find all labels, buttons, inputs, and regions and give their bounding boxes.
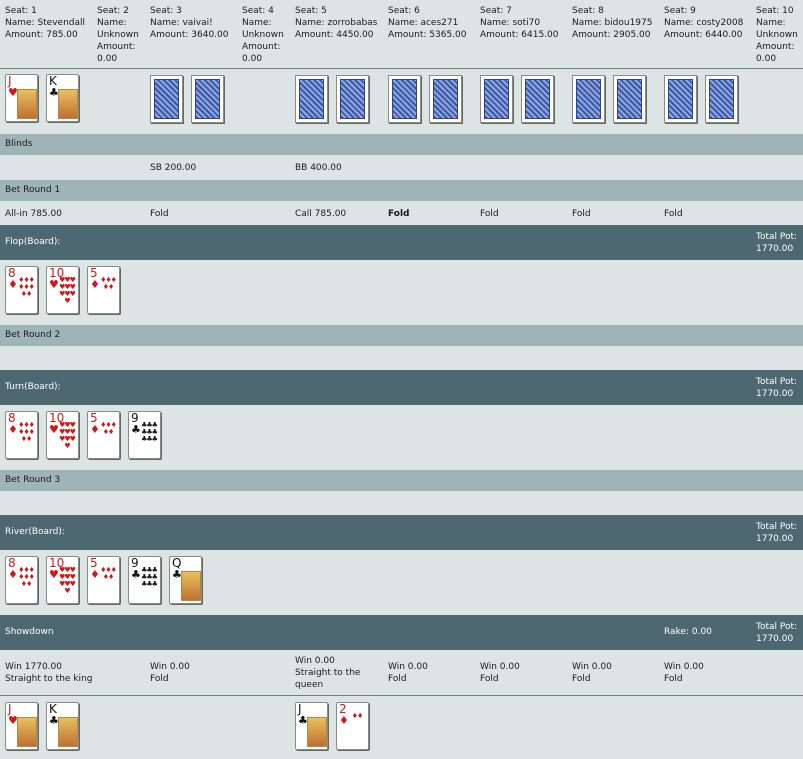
card-pips: ♣♣♣♣♣♣♣♣♣: [141, 421, 158, 443]
playing-card: 10 ♥ ♥♥♥♥♥♥♥♥♥♥: [46, 266, 79, 314]
face-card-art: [181, 571, 201, 601]
section-title: Turn(Board):: [5, 382, 61, 392]
action-seat-3: Fold: [150, 209, 169, 219]
card-pips: ♦♦♦♦♦♦♦♦: [18, 276, 35, 298]
playing-card: 10 ♥ ♥♥♥♥♥♥♥♥♥♥: [46, 411, 79, 459]
section-title: Flop(Board):: [5, 237, 61, 247]
result-seat-5: Win 0.00 Straight to the queen: [295, 656, 361, 690]
seat-9-info: Seat: 9 Name: costy2008 Amount: 6440.00: [664, 6, 744, 40]
card-back: [521, 75, 554, 123]
card-pips: ♥♥♥♥♥♥♥♥♥♥: [59, 566, 76, 595]
playing-card: J ♥: [5, 74, 38, 122]
seat-5-info: Seat: 5 Name: zorrobabas Amount: 4450.00: [295, 6, 378, 40]
section-title: Showdown: [5, 627, 54, 637]
card-back: [664, 75, 697, 123]
divider: [0, 68, 803, 69]
bet-round-1-band: Bet Round 1: [0, 180, 803, 201]
result-seat-9: Win 0.00 Fold: [664, 662, 704, 684]
seat-10-info: Seat: 10 Name: Unknown Amount: 0.00: [756, 6, 798, 64]
action-seat-5: Call 785.00: [295, 209, 347, 219]
big-blind: BB 400.00: [295, 163, 342, 173]
river-band: River(Board): Total Pot: 1770.00: [0, 515, 803, 550]
seat-3-info: Seat: 3 Name: vaivai! Amount: 3640.00: [150, 6, 229, 40]
action-seat-8: Fold: [572, 209, 591, 219]
seat-2-info: Seat: 2 Name: Unknown Amount: 0.00: [97, 6, 139, 64]
small-blind: SB 200.00: [150, 163, 197, 173]
card-back: [191, 75, 224, 123]
card-pips: ♣♣♣♣♣♣♣♣♣: [141, 566, 158, 588]
card-back: [572, 75, 605, 123]
section-title: Bet Round 2: [5, 330, 61, 340]
playing-card: J ♣: [295, 702, 328, 750]
card-pips: ♦♦♦♦♦♦♦♦: [18, 566, 35, 588]
playing-card: 9 ♣ ♣♣♣♣♣♣♣♣♣: [128, 411, 161, 459]
card-back: [295, 75, 328, 123]
action-seat-7: Fold: [480, 209, 499, 219]
bet-round-2-band: Bet Round 2: [0, 325, 803, 346]
bet-round-3-band: Bet Round 3: [0, 470, 803, 491]
blinds-band: Blinds: [0, 134, 803, 155]
card-back: [429, 75, 462, 123]
playing-card: 5 ♦ ♦♦♦♦♦: [87, 556, 120, 604]
result-seat-6: Win 0.00 Fold: [388, 662, 428, 684]
rake: Rake: 0.00: [664, 627, 712, 637]
section-title: River(Board):: [5, 527, 65, 537]
total-pot: Total Pot: 1770.00: [756, 522, 798, 544]
playing-card: 8 ♦ ♦♦♦♦♦♦♦♦: [5, 556, 38, 604]
playing-card: 5 ♦ ♦♦♦♦♦: [87, 266, 120, 314]
showdown-band: Showdown Rake: 0.00 Total Pot: 1770.00: [0, 615, 803, 650]
playing-card: 8 ♦ ♦♦♦♦♦♦♦♦: [5, 411, 38, 459]
face-card-art: [307, 717, 327, 747]
card-back: [336, 75, 369, 123]
total-pot: Total Pot: 1770.00: [756, 232, 798, 254]
seat-8-info: Seat: 8 Name: bidou1975 Amount: 2905.00: [572, 6, 653, 40]
section-title: Blinds: [5, 139, 33, 149]
playing-card: J ♥: [5, 702, 38, 750]
face-card-art: [17, 717, 37, 747]
face-card-art: [58, 717, 78, 747]
face-card-art: [58, 89, 78, 119]
playing-card: 5 ♦ ♦♦♦♦♦: [87, 411, 120, 459]
seat-7-info: Seat: 7 Name: soti70 Amount: 6415.00: [480, 6, 559, 40]
total-pot: Total Pot: 1770.00: [756, 377, 798, 399]
card-back: [613, 75, 646, 123]
card-pips: ♦♦: [351, 712, 364, 720]
card-pips: ♦♦♦♦♦: [100, 276, 117, 291]
playing-card: Q ♣: [169, 556, 202, 604]
result-seat-1: Win 1770.00 Straight to the king: [5, 662, 93, 684]
divider: [0, 695, 803, 696]
total-pot: Total Pot: 1770.00: [756, 622, 798, 644]
section-title: Bet Round 3: [5, 475, 61, 485]
seat-4-info: Seat: 4 Name: Unknown Amount: 0.00: [242, 6, 284, 64]
result-seat-3: Win 0.00 Fold: [150, 662, 190, 684]
playing-card: K ♣: [46, 74, 79, 122]
flop-band: Flop(Board): Total Pot: 1770.00: [0, 225, 803, 260]
card-back: [150, 75, 183, 123]
seat-1-info: Seat: 1 Name: Stevendall Amount: 785.00: [5, 6, 86, 40]
card-pips: ♦♦♦♦♦♦♦♦: [18, 421, 35, 443]
section-title: Bet Round 1: [5, 185, 61, 195]
card-pips: ♦♦♦♦♦: [100, 421, 117, 436]
face-card-art: [17, 89, 37, 119]
playing-card: 8 ♦ ♦♦♦♦♦♦♦♦: [5, 266, 38, 314]
card-back: [388, 75, 421, 123]
card-pips: ♦♦♦♦♦: [100, 566, 117, 581]
action-seat-6: Fold: [388, 209, 410, 219]
card-pips: ♥♥♥♥♥♥♥♥♥♥: [59, 421, 76, 450]
result-seat-7: Win 0.00 Fold: [480, 662, 520, 684]
card-pips: ♥♥♥♥♥♥♥♥♥♥: [59, 276, 76, 305]
playing-card: 2 ♦ ♦♦: [336, 702, 369, 750]
card-back: [705, 75, 738, 123]
playing-card: 9 ♣ ♣♣♣♣♣♣♣♣♣: [128, 556, 161, 604]
result-seat-8: Win 0.00 Fold: [572, 662, 612, 684]
playing-card: K ♣: [46, 702, 79, 750]
playing-card: 10 ♥ ♥♥♥♥♥♥♥♥♥♥: [46, 556, 79, 604]
turn-band: Turn(Board): Total Pot: 1770.00: [0, 370, 803, 405]
action-seat-1: All-in 785.00: [5, 209, 62, 219]
seat-6-info: Seat: 6 Name: aces271 Amount: 5365.00: [388, 6, 467, 40]
card-back: [480, 75, 513, 123]
action-seat-9: Fold: [664, 209, 683, 219]
